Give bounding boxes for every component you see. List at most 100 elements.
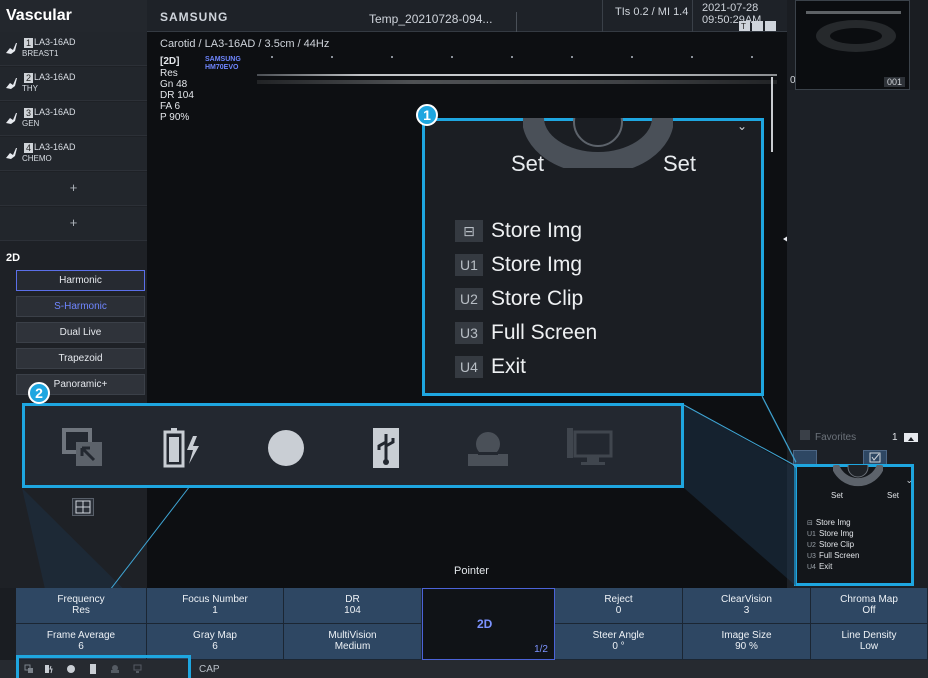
expand-chevron-icon[interactable]: ⌄ — [737, 119, 747, 133]
item-label: Full Screen — [491, 321, 598, 344]
mini-item-store-img[interactable]: ⊟ Store Img — [807, 518, 851, 527]
mini-item-u2[interactable]: U2 Store Clip — [807, 540, 854, 549]
line-density-param[interactable]: Line Density Low — [811, 624, 928, 660]
brand-logo: SAMSUNG — [160, 10, 229, 24]
harmonic-button[interactable]: Harmonic — [16, 270, 145, 291]
left-sidebar: Vascular 1 LA3-16AD BREAST1 2 LA3-16AD T… — [0, 0, 147, 588]
param-value: 0 ° — [612, 641, 625, 652]
preset-name: BREAST1 — [22, 49, 59, 58]
u2-tag: U2 — [455, 288, 483, 311]
res-label: Res — [160, 68, 178, 79]
callout-badge-1: 1 — [416, 104, 438, 126]
item-label: Store Clip — [491, 287, 584, 310]
preset-probe: LA3-16AD — [34, 107, 76, 117]
probe-icon — [6, 148, 17, 159]
ultrasound-thumbnail — [796, 1, 909, 89]
u3-full-screen-item[interactable]: U3 Full Screen — [455, 321, 597, 345]
param-value: 0 — [615, 605, 622, 616]
preset-item-2[interactable]: 2 LA3-16AD THY — [0, 67, 147, 101]
thumbnail-image[interactable]: 001 — [795, 0, 910, 90]
2d-mode-center-button[interactable]: 2D 1/2 — [422, 588, 555, 660]
preset-item-3[interactable]: 3 LA3-16AD GEN — [0, 102, 147, 136]
preset-name: THY — [22, 84, 38, 93]
param-value: Medium — [334, 641, 371, 652]
u4-exit-item[interactable]: U4 Exit — [455, 355, 526, 379]
add-preset-button[interactable]: + — [0, 207, 147, 241]
param-label: DR — [345, 594, 360, 605]
network-drive-icon — [111, 665, 119, 673]
store-icon: ⊟ — [455, 220, 483, 243]
thumbnail-index: 001 — [883, 77, 905, 87]
mini-item-u4[interactable]: U4 Exit — [807, 562, 832, 571]
preset-item-4[interactable]: 4 LA3-16AD CHEMO — [0, 137, 147, 171]
collapse-chevron-icon[interactable]: ⌄ — [905, 475, 913, 486]
preset-name: GEN — [22, 119, 40, 128]
multivision-param[interactable]: MultiVision Medium — [284, 624, 422, 660]
u2-store-clip-item[interactable]: U2 Store Clip — [455, 287, 583, 311]
mode-indicator: [2D] — [160, 56, 180, 67]
fa-readout: FA 6 — [160, 101, 181, 112]
patient-tab[interactable]: Temp_20210728-094... — [367, 12, 517, 32]
param-value: 104 — [344, 605, 361, 616]
grid-icon — [75, 500, 91, 514]
parameter-bar: Frequency Res Focus Number 1 DR 104 Reje… — [16, 588, 928, 660]
param-value: Res — [72, 605, 90, 616]
center-mode-label: 2D — [477, 617, 493, 631]
control-dial-large — [523, 118, 673, 168]
param-label: Line Density — [841, 630, 897, 641]
item-label: Store Img — [491, 219, 583, 242]
device-logo-line2: HM70EVO — [205, 64, 239, 71]
checkbox-icon — [869, 452, 881, 463]
page-indicator: 1/2 — [534, 644, 548, 655]
preset-number: 3 — [24, 108, 34, 118]
item-label: Store Img — [491, 253, 583, 276]
preset-name: CHEMO — [22, 154, 52, 163]
preset-item-1[interactable]: 1 LA3-16AD BREAST1 — [0, 32, 147, 66]
preset-number: 1 — [24, 38, 34, 48]
param-label: Focus Number — [182, 594, 248, 605]
param-value: Low — [859, 641, 879, 652]
steer-angle-param[interactable]: Steer Angle 0 ° — [555, 624, 683, 660]
quad-layout-button[interactable] — [72, 498, 94, 516]
controller-mini-panel: Set Set ⌄ ⊟ Store Img U1 Store Img U2 Store… — [794, 464, 914, 586]
app-title: Vascular — [0, 0, 147, 32]
favorites-title: Favorites — [815, 432, 857, 443]
u1-store-img-item[interactable]: U1 Store Img — [455, 253, 582, 277]
add-preset-button[interactable]: + — [0, 172, 147, 206]
frequency-param[interactable]: Frequency Res — [16, 588, 147, 624]
battery-charging-icon — [163, 428, 199, 468]
u4-tag: U4 — [455, 356, 483, 379]
item-label: Exit — [491, 355, 527, 378]
record-dot-icon — [268, 430, 304, 466]
param-label: Steer Angle — [592, 630, 645, 641]
echo-line — [257, 74, 777, 76]
power-readout: P 90% — [160, 112, 190, 123]
preset-number: 4 — [24, 143, 34, 153]
preset-number: 2 — [24, 73, 34, 83]
param-label: MultiVision — [328, 630, 377, 641]
header-bar: SAMSUNG Temp_20210728-094... TIs 0.2 / M… — [147, 0, 787, 32]
clearvision-param[interactable]: ClearVision 3 — [683, 588, 811, 624]
set-right-label: Set — [887, 491, 900, 500]
preset-probe: LA3-16AD — [34, 142, 76, 152]
reject-param[interactable]: Reject 0 — [555, 588, 683, 624]
probe-icon — [6, 43, 17, 54]
probe-info: Carotid / LA3-16AD / 3.5cm / 44Hz — [160, 38, 330, 50]
param-value: Off — [862, 605, 876, 616]
image-size-param[interactable]: Image Size 90 % — [683, 624, 811, 660]
dr-param[interactable]: DR 104 — [284, 588, 422, 624]
favorites-checkbox[interactable] — [800, 430, 810, 440]
store-img-item[interactable]: ⊟ Store Img — [455, 219, 582, 243]
param-value: 90 % — [735, 641, 758, 652]
monitor-icon — [133, 664, 142, 673]
set-left-label: Set — [831, 491, 844, 500]
mini-item-u1[interactable]: U1 Store Img — [807, 529, 854, 538]
s-harmonic-button[interactable]: S-Harmonic — [16, 296, 145, 317]
dual-live-button[interactable]: Dual Live — [16, 322, 145, 343]
record-dot-icon — [67, 665, 75, 673]
status-icons-callout-panel — [22, 403, 684, 488]
trapezoid-button[interactable]: Trapezoid — [16, 348, 145, 369]
mini-item-u3[interactable]: U3 Full Screen — [807, 551, 859, 560]
focus-number-param[interactable]: Focus Number 1 — [147, 588, 284, 624]
chroma-map-param[interactable]: Chroma Map Off — [811, 588, 928, 624]
